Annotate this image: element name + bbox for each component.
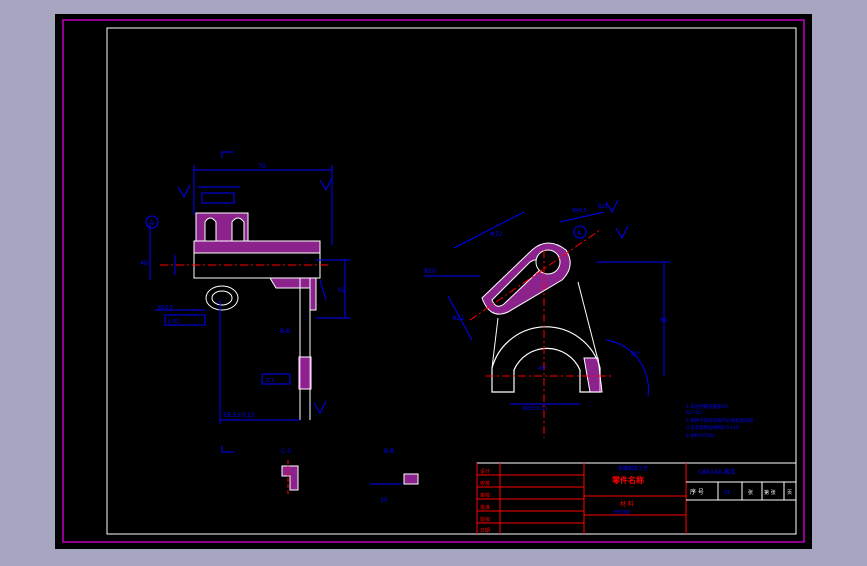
dim-bottom-label: 58.5±0.15 (223, 412, 255, 419)
tb-material-value: HT200 (614, 510, 630, 516)
dim-right-2-label: R25 (598, 204, 608, 210)
dim-top-label: 70 (258, 163, 266, 170)
phi-note-label: Φ16.5 (158, 305, 173, 311)
tb-qty: 01 (724, 490, 730, 496)
dim-right-1-label: Φ72 (490, 231, 503, 238)
dim-right-4-label: 61 (660, 317, 668, 324)
drawing-svg: 70 A 48 0.02 Φ16.5 62 58.5±0.15 B-B 0.1 … (55, 14, 812, 549)
dim-slot-label: Φ20±0.11 (522, 406, 548, 412)
tb-cell-2: 第 张 (764, 489, 776, 496)
tb-cell-1: 张 (748, 489, 753, 496)
tb-material-label: 材 料 (620, 500, 634, 508)
section-c-label: C-C (281, 448, 292, 455)
cad-window: 70 A 48 0.02 Φ16.5 62 58.5±0.15 B-B 0.1 … (0, 0, 867, 562)
dim-right-3-label: Φ45.5 (572, 208, 587, 214)
tb-part-name: 零件名称 (611, 475, 644, 485)
tol-b-label: 0.1 (266, 378, 274, 384)
tb-row-label-2: 校核 (480, 480, 490, 487)
dim-angle-label: 30° (630, 351, 641, 358)
tb-row-label-5: 班级 (480, 516, 490, 523)
section-b-shape (403, 473, 419, 485)
note-line-4: 3.去毛刺锐边倒钝0.5×45° (686, 424, 741, 431)
stem-section (298, 356, 312, 390)
note-line-1: 1.未注明铸造圆角R3 (686, 403, 728, 410)
dim-small-2-label: 25 (380, 497, 388, 504)
dim-r-label: R20 (424, 268, 436, 275)
section-b-label: B-B (384, 448, 394, 455)
dim-vert-label: 62 (338, 287, 346, 294)
datum-a-label: A (149, 219, 154, 227)
dim-small-label: 45° (538, 366, 547, 372)
tb-header: 机械制造工艺 (618, 465, 648, 472)
body-upper-section (193, 240, 321, 254)
section-b-left-label: B-B (280, 328, 290, 335)
arm-hole (535, 249, 561, 275)
tb-row-label-6: 日期 (480, 528, 490, 534)
dim-phi-label: Φ21 (452, 315, 465, 322)
tb-seq-label: 序 号 (690, 488, 704, 496)
note-line-2: R2~R5 (686, 410, 702, 416)
note-line-3: 2.铸件不得有砂眼气孔缩松等缺陷 (686, 417, 754, 424)
tb-row-label-4: 批准 (480, 504, 490, 511)
dim-side-label: 48 (140, 260, 148, 267)
tb-code: CA6140-拨叉 (698, 468, 736, 476)
tb-row-label-1: 设计 (480, 468, 490, 475)
note-line-5: 4.材料HT200 (686, 432, 714, 439)
tol-a-label: 0.02 (168, 319, 179, 325)
tb-row-label-3: 审核 (480, 492, 490, 499)
tb-cell-3: 页 (787, 490, 792, 496)
